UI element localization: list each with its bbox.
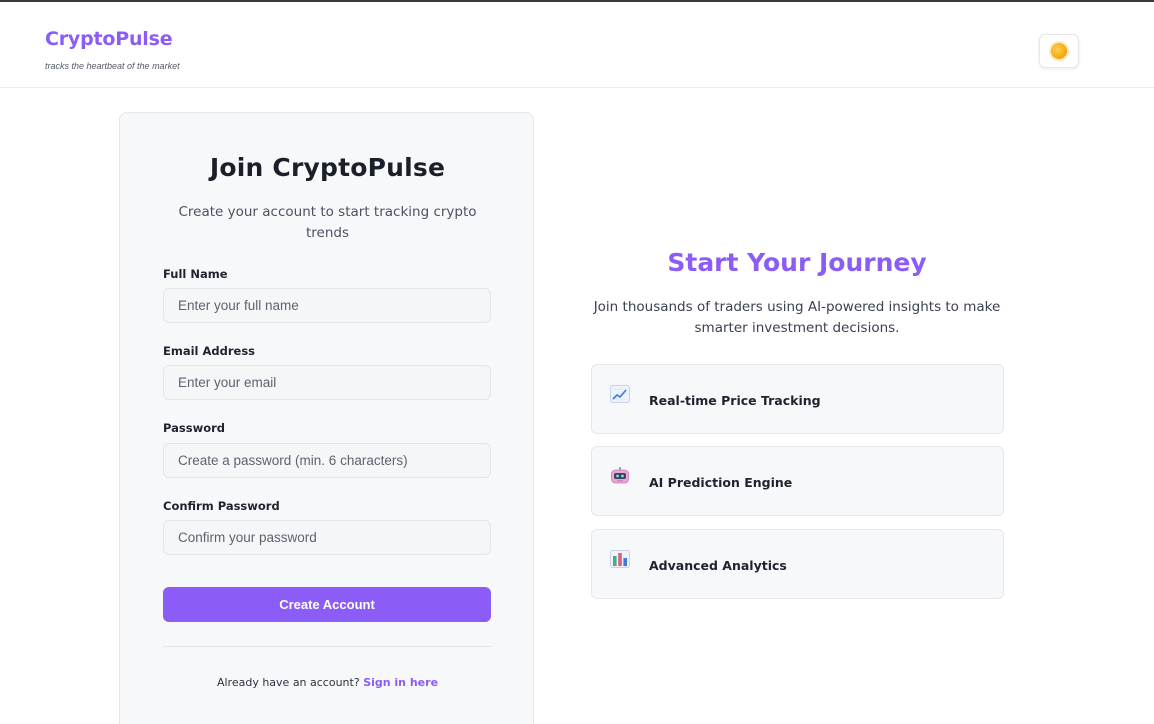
signup-subtitle: Create your account to start tracking cr… [178,204,477,241]
full-name-label: Full Name [163,267,228,281]
top-header: CryptoPulse tracks the heartbeat of the … [0,2,1154,88]
sun-icon [1051,43,1067,59]
feature-label: Advanced Analytics [649,558,787,573]
signin-prompt: Already have an account? [216,676,360,689]
password-label: Password [163,421,225,435]
signin-link[interactable]: Sign in here [363,676,438,689]
chart-increasing-icon [610,385,630,403]
brand-tagline: tracks the heartbeat of the market [45,61,180,71]
signup-card: Join CryptoPulse Create your account to … [119,112,534,724]
feature-card-price-tracking: Real-time Price Tracking [591,364,1004,434]
feature-card-analytics: Advanced Analytics [591,529,1004,599]
bar-chart-icon [610,550,630,568]
feature-card-ai-engine: AI Prediction Engine [591,446,1004,516]
full-name-input[interactable] [163,288,491,323]
password-input[interactable] [163,443,491,478]
form-divider [163,646,491,647]
robot-icon [611,467,629,484]
journey-subtitle: Join thousands of traders using AI-power… [593,299,1001,336]
feature-label: Real-time Price Tracking [649,393,821,408]
signup-title: Join CryptoPulse [209,153,446,182]
email-label: Email Address [163,344,256,358]
create-account-button[interactable]: Create Account [163,587,491,622]
brand-logo[interactable]: CryptoPulse [45,28,173,50]
confirm-password-input[interactable] [163,520,491,555]
journey-title: Start Your Journey [667,248,927,277]
confirm-password-label: Confirm Password [163,499,280,513]
email-input[interactable] [163,365,491,400]
feature-label: AI Prediction Engine [649,475,793,490]
theme-toggle-button[interactable] [1039,34,1079,68]
signin-prompt-line: Already have an account? Sign in here [120,676,535,689]
